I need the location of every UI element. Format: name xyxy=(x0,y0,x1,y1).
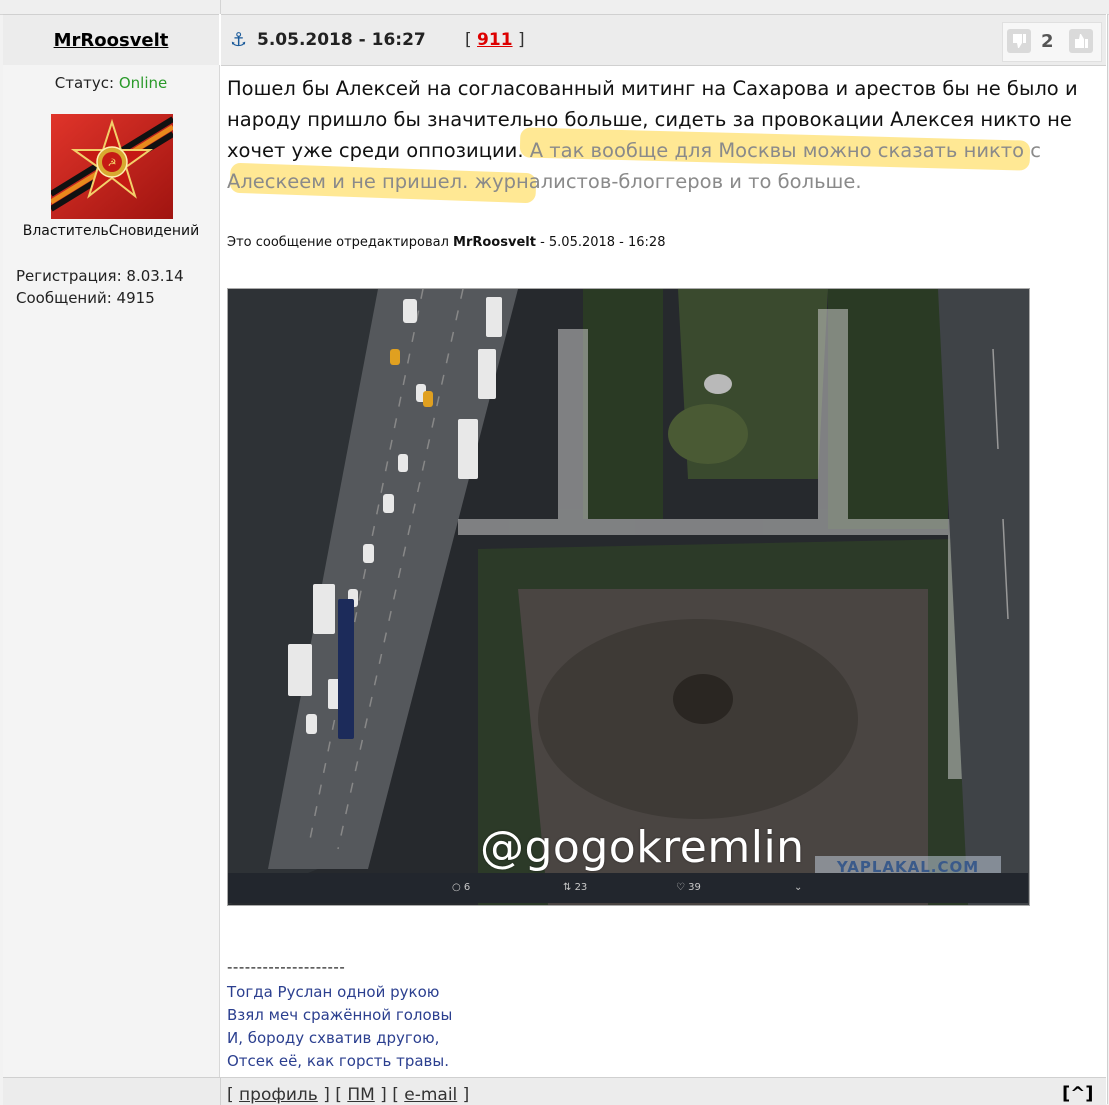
post-number: [ 911 ] xyxy=(465,30,525,50)
post-message: Пошел бы Алексей на согласованный митинг… xyxy=(227,77,1078,193)
author-status: Статус: Online xyxy=(54,74,168,92)
signature: Тогда Руслан одной рукою Взял меч сражён… xyxy=(227,981,452,1073)
signature-line: Отсек её, как горсть травы. xyxy=(227,1052,449,1070)
thumbs-down-icon[interactable] xyxy=(1007,29,1031,53)
edited-note: Это сообщение отредактировал MrRoosvelt … xyxy=(227,235,666,250)
profile-link[interactable]: профиль xyxy=(239,1085,318,1105)
top-strip xyxy=(0,0,1109,15)
post-footer xyxy=(3,1077,1106,1105)
like-icon: ♡ 39 xyxy=(676,882,701,893)
email-link[interactable]: e-mail xyxy=(404,1085,457,1105)
anchor-icon[interactable]: ⚓ xyxy=(230,29,247,51)
signature-line: Взял меч сражённой головы xyxy=(227,1006,453,1024)
aerial-photo[interactable] xyxy=(227,288,1030,906)
reply-count: 6 xyxy=(463,882,471,893)
signature-separator: -------------------- xyxy=(227,958,346,976)
reply-icon: ○ 6 xyxy=(452,882,471,893)
author-username-link[interactable]: MrRoosvelt xyxy=(3,30,219,51)
vote-box: 2 xyxy=(1002,22,1102,62)
like-count: 39 xyxy=(688,882,701,893)
post-number-link[interactable]: 911 xyxy=(477,30,513,50)
message-count: Сообщений: 4915 xyxy=(16,289,155,307)
registration-date: Регистрация: 8.03.14 xyxy=(16,267,184,285)
author-links: [ профиль ] [ ПМ ] [ e-mail ] xyxy=(227,1085,470,1105)
scroll-to-top-link[interactable]: [^] xyxy=(1062,1083,1094,1104)
retweet-icon: ⇅ 23 xyxy=(563,882,588,893)
author-rank: ВластительСновидений xyxy=(22,223,200,239)
author-stats: Регистрация: 8.03.14 Сообщений: 4915 xyxy=(16,265,184,309)
vote-count: 2 xyxy=(1041,31,1054,52)
signature-line: И, бороду схватив другою, xyxy=(227,1029,440,1047)
pm-link[interactable]: ПМ xyxy=(347,1085,374,1105)
avatar[interactable]: ☭ xyxy=(51,114,173,219)
signature-line: Тогда Руслан одной рукою xyxy=(227,983,440,1001)
retweet-count: 23 xyxy=(574,882,588,893)
image-watermark: @gogokremlin xyxy=(480,822,805,873)
chevron-down-icon: ⌄ xyxy=(794,882,803,893)
tweet-action-bar xyxy=(228,873,1028,903)
svg-text:☭: ☭ xyxy=(108,158,117,169)
thumbs-up-icon[interactable] xyxy=(1069,29,1093,53)
online-status: Online xyxy=(118,74,168,92)
post-date: 5.05.2018 - 16:27 xyxy=(257,30,426,50)
